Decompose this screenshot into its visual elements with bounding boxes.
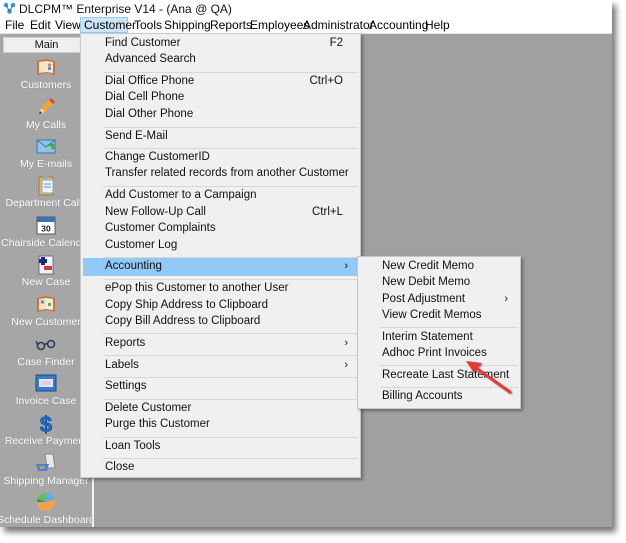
app-window: DLCPM™ Enterprise V14 - (Ana @ QA) File … (0, 0, 612, 527)
annotation-arrow-icon (466, 361, 512, 394)
